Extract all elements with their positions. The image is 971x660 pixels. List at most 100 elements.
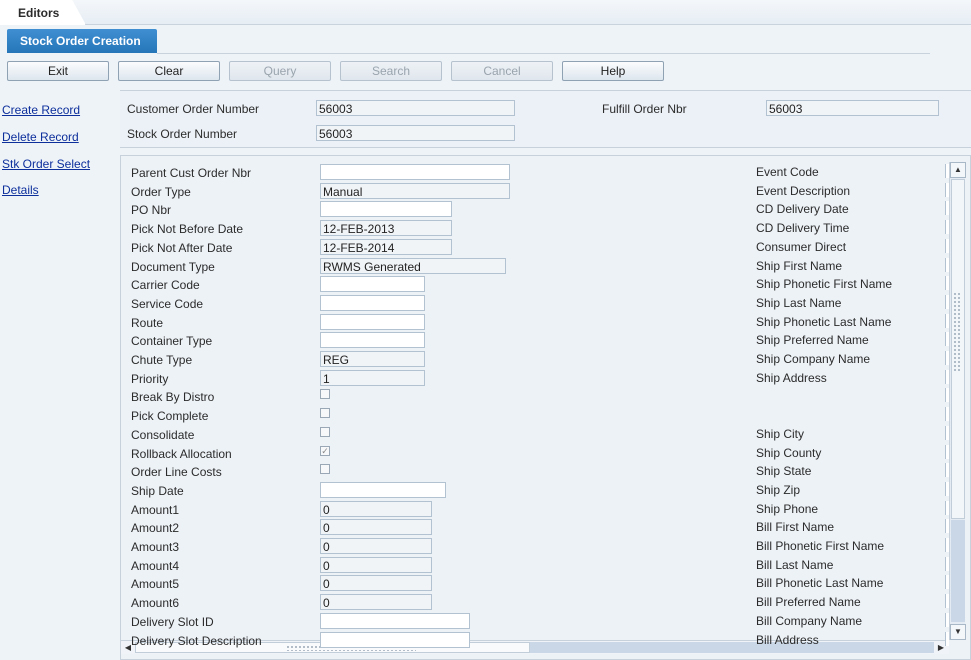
delivery-slot-description-field[interactable]	[320, 631, 470, 648]
clipped-field[interactable]	[945, 332, 949, 347]
vertical-scrollbar[interactable]: ▲ ▼	[949, 162, 966, 640]
arrow-up-icon[interactable]: ▲	[950, 162, 966, 178]
consumer-direct-label: Consumer Direct	[756, 239, 847, 254]
help-button[interactable]: Help	[562, 61, 664, 81]
search-button[interactable]: Search	[340, 61, 442, 81]
bill-address-label: Bill Address	[756, 632, 819, 647]
priority-label: Priority	[131, 371, 169, 386]
break-by-distro-label: Break By Distro	[131, 390, 215, 405]
clipped-field[interactable]	[945, 201, 949, 216]
break-by-distro-checkbox[interactable]	[320, 389, 330, 400]
clipped-field[interactable]	[945, 556, 949, 571]
event-code-label: Event Code	[756, 165, 819, 179]
pick-complete-label: Pick Complete	[131, 409, 209, 424]
clipped-field[interactable]	[945, 313, 949, 328]
ship-phone-label: Ship Phone	[756, 501, 819, 516]
ship-phonetic-last-name-label: Ship Phonetic Last Name	[756, 314, 892, 329]
amount4-field[interactable]: 0	[320, 556, 432, 573]
parent-cust-order-nbr-field[interactable]	[320, 164, 510, 180]
ship-date-field[interactable]	[320, 481, 446, 498]
clipped-field[interactable]	[945, 182, 949, 197]
clipped-field[interactable]	[945, 519, 949, 534]
clipped-field[interactable]	[945, 257, 949, 272]
horizontal-scrollbar-track[interactable]	[530, 642, 934, 653]
pick-not-after-date-field[interactable]: 12-FEB-2014	[320, 238, 452, 255]
clipped-field[interactable]	[945, 351, 949, 365]
service-code-field[interactable]	[320, 294, 425, 311]
clipped-field[interactable]	[945, 238, 949, 253]
amount3-field[interactable]: 0	[320, 538, 432, 554]
fulfill-order-nbr-field[interactable]: 56003	[766, 100, 939, 116]
tab-editors[interactable]: Editors	[0, 0, 86, 25]
amount6-label: Amount6	[131, 596, 180, 611]
carrier-code-field[interactable]	[320, 276, 425, 293]
order-type-label: Order Type	[131, 184, 191, 199]
clipped-field[interactable]	[945, 369, 949, 384]
po-nbr-label: PO Nbr	[131, 203, 172, 218]
route-label: Route	[131, 315, 164, 330]
customer-order-number-field[interactable]: 56003	[316, 100, 515, 116]
clipped-field[interactable]	[945, 538, 949, 552]
amount4-label: Amount4	[131, 558, 180, 573]
clear-button[interactable]: Clear	[118, 61, 220, 81]
sidebar-link-delete-record[interactable]: Delete Record	[2, 130, 79, 144]
clipped-field[interactable]	[945, 500, 949, 515]
clipped-field[interactable]	[945, 594, 949, 609]
amount2-field[interactable]: 0	[320, 519, 432, 536]
grip-icon	[953, 292, 961, 372]
cancel-button[interactable]: Cancel	[451, 61, 553, 81]
document-type-label: Document Type	[131, 259, 215, 274]
clipped-field[interactable]	[945, 407, 949, 422]
bill-first-name-label: Bill First Name	[756, 520, 835, 535]
amount5-field[interactable]: 0	[320, 575, 432, 592]
clipped-field[interactable]	[945, 575, 949, 590]
event-description-label: Event Description	[756, 183, 851, 198]
pick-not-before-date-label: Pick Not Before Date	[131, 222, 244, 237]
clipped-field[interactable]	[945, 388, 949, 403]
customer-order-number-label: Customer Order Number	[127, 102, 260, 116]
ship-last-name-label: Ship Last Name	[756, 295, 842, 310]
order-line-costs-label: Order Line Costs	[131, 465, 222, 480]
delivery-slot-id-field[interactable]	[320, 612, 470, 629]
sidebar-link-create-record[interactable]: Create Record	[2, 103, 80, 117]
cd-delivery-time-label: CD Delivery Time	[756, 221, 850, 236]
ship-date-label: Ship Date	[131, 483, 184, 498]
sidebar-link-details[interactable]: Details	[2, 183, 39, 197]
route-field[interactable]	[320, 313, 425, 330]
pick-not-before-date-field[interactable]: 12-FEB-2013	[320, 220, 452, 237]
query-button[interactable]: Query	[229, 61, 331, 81]
chute-type-field[interactable]: REG	[320, 351, 425, 367]
exit-button[interactable]: Exit	[7, 61, 109, 81]
rollback-allocation-checkbox[interactable]: ✓	[320, 445, 330, 456]
clipped-field[interactable]	[945, 425, 949, 440]
clipped-field[interactable]	[945, 463, 949, 478]
arrow-down-icon[interactable]: ▼	[950, 624, 966, 640]
clipped-field[interactable]	[945, 276, 949, 291]
container-type-field[interactable]	[320, 332, 425, 349]
po-nbr-field[interactable]	[320, 201, 452, 218]
consolidate-checkbox[interactable]	[320, 426, 330, 437]
ship-address-label: Ship Address	[756, 370, 827, 385]
document-type-field[interactable]: RWMS Generated	[320, 257, 506, 274]
clipped-field[interactable]	[945, 164, 949, 178]
carrier-code-label: Carrier Code	[131, 278, 200, 293]
stock-order-number-field[interactable]: 56003	[316, 125, 515, 141]
clipped-field[interactable]	[945, 444, 949, 459]
priority-field[interactable]: 1	[320, 369, 425, 386]
clipped-field[interactable]	[945, 220, 949, 235]
pick-complete-checkbox[interactable]	[320, 408, 330, 419]
ship-company-name-label: Ship Company Name	[756, 352, 871, 366]
amount6-field[interactable]: 0	[320, 594, 432, 611]
title-divider	[157, 53, 930, 54]
service-code-label: Service Code	[131, 296, 204, 311]
amount1-field[interactable]: 0	[320, 500, 432, 517]
clipped-field[interactable]	[945, 631, 949, 646]
clipped-field[interactable]	[945, 481, 949, 496]
fulfill-order-nbr-label: Fulfill Order Nbr	[602, 102, 687, 116]
sidebar-link-stk-order-select[interactable]: Stk Order Select	[2, 157, 90, 171]
clipped-field[interactable]	[945, 294, 949, 309]
order-type-field[interactable]: Manual	[320, 182, 510, 199]
scrollbar-track[interactable]	[951, 520, 965, 622]
order-line-costs-checkbox[interactable]	[320, 464, 330, 475]
clipped-field[interactable]	[945, 612, 949, 627]
